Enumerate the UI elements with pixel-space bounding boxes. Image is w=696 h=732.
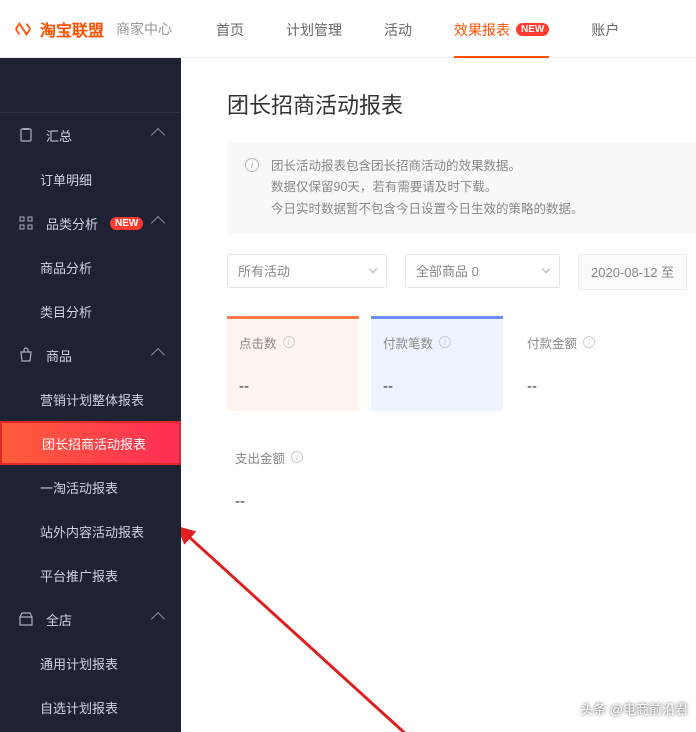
sidebar-spacer <box>0 58 181 113</box>
sidebar-item-yitao-report[interactable]: 一淘活动报表 <box>0 465 181 509</box>
chevron-down-icon <box>542 265 550 273</box>
info-icon[interactable]: i <box>583 336 595 348</box>
notice-line-3: 今日实时数据暂不包含今日设置今日生效的策略的数据。 <box>271 199 584 220</box>
info-icon[interactable]: i <box>439 336 451 348</box>
metric-amount-value: -- <box>527 378 635 395</box>
sidebar-category-label: 品类分析 <box>46 214 98 233</box>
sidebar-product-label: 商品 <box>46 346 72 365</box>
metric-amount-label: 付款金额 <box>527 333 577 352</box>
brand-text: 淘宝联盟 <box>40 17 104 41</box>
chevron-down-icon <box>369 265 377 273</box>
clipboard-icon <box>18 127 34 143</box>
chevron-up-icon <box>151 128 165 142</box>
sidebar-group-category[interactable]: 品类分析 NEW <box>0 201 181 245</box>
nav-account[interactable]: 账户 <box>591 2 619 56</box>
metric-spend-label: 支出金额 <box>235 448 285 467</box>
info-icon[interactable]: i <box>291 451 303 463</box>
chevron-up-icon <box>151 216 165 230</box>
sidebar-shop-label: 全店 <box>46 610 72 629</box>
goods-select-value: 全部商品 0 <box>416 261 479 280</box>
main-content: 团长招商活动报表 i 团长活动报表包含团长招商活动的效果数据。 数据仅保留90天… <box>181 58 696 732</box>
sidebar-item-platform-report[interactable]: 平台推广报表 <box>0 553 181 597</box>
chevron-up-icon <box>151 348 165 362</box>
sidebar-group-product[interactable]: 商品 <box>0 333 181 377</box>
top-header: 淘宝联盟 商家中心 首页 计划管理 活动 效果报表 NEW 账户 <box>0 0 696 58</box>
logo-icon <box>12 20 34 38</box>
nav-report[interactable]: 效果报表 NEW <box>454 2 549 56</box>
notice-line-1: 团长活动报表包含团长招商活动的效果数据。 <box>271 156 584 177</box>
metric-orders-value: -- <box>383 378 491 395</box>
activity-select-value: 所有活动 <box>238 261 290 280</box>
sidebar-item-group-report[interactable]: 团长招商活动报表 <box>0 421 181 465</box>
sidebar-item-custom-report[interactable]: 自选计划报表 <box>0 685 181 729</box>
notice-panel: i 团长活动报表包含团长招商活动的效果数据。 数据仅保留90天，若有需要请及时下… <box>227 142 696 234</box>
bag-icon <box>18 347 34 363</box>
metric-orders[interactable]: 付款笔数 i -- <box>371 316 503 411</box>
page-title: 团长招商活动报表 <box>227 88 696 120</box>
sidebar-item-order-detail[interactable]: 订单明细 <box>0 157 181 201</box>
activity-select[interactable]: 所有活动 <box>227 254 387 288</box>
annotation-arrow <box>181 496 471 732</box>
nav-plan[interactable]: 计划管理 <box>286 2 342 56</box>
new-badge: NEW <box>516 23 549 36</box>
shop-icon <box>18 611 34 627</box>
nav-report-label: 效果报表 <box>454 20 510 40</box>
metric-clicks-value: -- <box>239 378 347 395</box>
sidebar-item-offsite-report[interactable]: 站外内容活动报表 <box>0 509 181 553</box>
sidebar-summary-label: 汇总 <box>46 126 72 145</box>
goods-select[interactable]: 全部商品 0 <box>405 254 560 288</box>
metric-clicks[interactable]: 点击数 i -- <box>227 316 359 411</box>
logo[interactable]: 淘宝联盟 <box>12 17 104 41</box>
top-nav: 首页 计划管理 活动 效果报表 NEW 账户 <box>216 2 619 56</box>
new-badge: NEW <box>110 217 143 230</box>
sidebar-item-general-report[interactable]: 通用计划报表 <box>0 641 181 685</box>
date-range-input[interactable]: 2020-08-12 至 <box>578 254 687 290</box>
sidebar-item-marketing-report[interactable]: 营销计划整体报表 <box>0 377 181 421</box>
sidebar-item-product-analysis[interactable]: 商品分析 <box>0 245 181 289</box>
notice-text: 团长活动报表包含团长招商活动的效果数据。 数据仅保留90天，若有需要请及时下载。… <box>271 156 584 220</box>
chevron-up-icon <box>151 612 165 626</box>
sidebar-item-category-analysis[interactable]: 类目分析 <box>0 289 181 333</box>
watermark: 头条 @电商前沿君 <box>580 699 688 718</box>
sidebar: 汇总 订单明细 品类分析 NEW 商品分析 类目分析 商品 营销计划整体报表 团… <box>0 58 181 732</box>
sidebar-group-summary[interactable]: 汇总 <box>0 113 181 157</box>
header-sub[interactable]: 商家中心 <box>116 19 172 39</box>
metric-amount[interactable]: 付款金额 i -- <box>515 316 647 411</box>
info-icon[interactable]: i <box>283 336 295 348</box>
nav-home[interactable]: 首页 <box>216 2 244 56</box>
notice-line-2: 数据仅保留90天，若有需要请及时下载。 <box>271 177 584 198</box>
metric-spend-value: -- <box>235 493 347 510</box>
metric-clicks-label: 点击数 <box>239 333 277 352</box>
info-icon: i <box>245 158 259 172</box>
metrics-row-1: 点击数 i -- 付款笔数 i -- 付款金额 i -- <box>227 316 696 411</box>
nav-activity[interactable]: 活动 <box>384 2 412 56</box>
metric-spend[interactable]: 支出金额 i -- <box>227 431 359 526</box>
sidebar-group-shop[interactable]: 全店 <box>0 597 181 641</box>
date-range-value: 2020-08-12 至 <box>591 262 674 281</box>
metric-orders-label: 付款笔数 <box>383 333 433 352</box>
grid-icon <box>18 215 34 231</box>
filter-row: 所有活动 全部商品 0 2020-08-12 至 <box>227 254 696 290</box>
